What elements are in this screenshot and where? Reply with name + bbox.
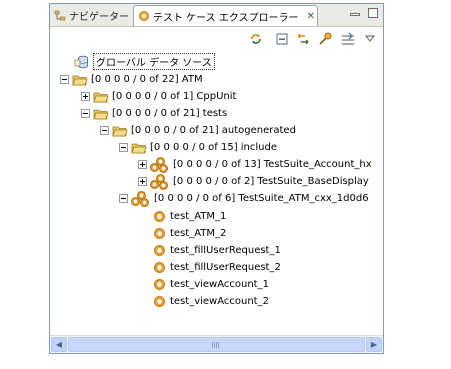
minimize-view-button[interactable] [350, 13, 360, 16]
link-editor-icon[interactable] [296, 32, 310, 46]
tab-test-case-explorer[interactable]: テスト ケース エクスプローラー ✕ [133, 5, 318, 26]
tree-node-label: [0 0 0 0 / 0 of 2] TestSuite_BaseDisplay [173, 176, 369, 187]
tree-node-label: グローバル データ ソース [93, 53, 215, 70]
collapse-toggle[interactable] [100, 126, 109, 135]
test-case-explorer-view: ナビゲーター テスト ケース エクスプローラー ✕ グローバル データ ソース … [49, 3, 384, 354]
tree-node-label: test_viewAccount_1 [170, 279, 269, 290]
test-suite-icon [150, 173, 170, 190]
collapse-all-icon[interactable] [275, 32, 289, 46]
scrollbar-thumb[interactable] [68, 337, 365, 352]
filter-icon[interactable] [341, 32, 355, 46]
tree-node-label: test_viewAccount_2 [170, 296, 269, 307]
tree-node-autogenerated[interactable]: [0 0 0 0 / 0 of 21] autogenerated [100, 122, 296, 139]
test-case-icon [154, 296, 165, 307]
test-tree: グローバル データ ソース [0 0 0 0 / 0 of 22] ATM [0… [50, 50, 383, 333]
collapse-toggle[interactable] [119, 194, 128, 203]
folder-open-icon [93, 108, 109, 120]
expand-toggle[interactable] [138, 160, 147, 169]
tree-node-suite-account[interactable]: [0 0 0 0 / 0 of 13] TestSuite_Account_hx [138, 156, 372, 173]
tree-node-label: [0 0 0 0 / 0 of 22] ATM [91, 74, 203, 85]
test-case-icon [154, 228, 165, 239]
collapse-toggle[interactable] [60, 75, 69, 84]
folder-open-icon [72, 74, 88, 86]
collapse-toggle[interactable] [81, 109, 90, 118]
tree-node-test-case[interactable]: test_ATM_2 [154, 225, 226, 242]
tab-navigator[interactable]: ナビゲーター [50, 6, 132, 25]
tree-node-include[interactable]: [0 0 0 0 / 0 of 15] include [119, 139, 277, 156]
tree-node-test-case[interactable]: test_fillUserRequest_2 [154, 259, 281, 276]
test-case-icon [154, 262, 165, 273]
tree-node-test-case[interactable]: test_viewAccount_2 [154, 293, 269, 310]
test-explorer-icon [138, 10, 150, 22]
folder-open-icon [112, 125, 128, 137]
run-icon[interactable] [318, 32, 332, 46]
collapse-toggle[interactable] [119, 143, 128, 152]
tree-node-test-case[interactable]: test_ATM_1 [154, 208, 226, 225]
tab-navigator-label: ナビゲーター [69, 12, 129, 23]
test-case-icon [154, 245, 165, 256]
test-case-icon [154, 211, 165, 222]
scroll-right-button[interactable]: ▶ [366, 337, 382, 352]
expand-toggle[interactable] [81, 92, 90, 101]
tree-node-global-datasource[interactable]: グローバル データ ソース [74, 53, 215, 70]
tree-node-label: [0 0 0 0 / 0 of 13] TestSuite_Account_hx [173, 159, 372, 170]
tree-node-label: test_ATM_2 [170, 228, 227, 239]
maximize-view-button[interactable] [368, 8, 378, 18]
tree-node-label: [0 0 0 0 / 0 of 1] CppUnit [112, 91, 237, 102]
refresh-icon[interactable] [249, 32, 263, 46]
tree-node-suite-atm[interactable]: [0 0 0 0 / 0 of 6] TestSuite_ATM_cxx_1d0… [119, 190, 369, 207]
scroll-left-button[interactable]: ◀ [51, 337, 67, 352]
tree-node-label: [0 0 0 0 / 0 of 21] autogenerated [131, 125, 296, 136]
tree-node-label: [0 0 0 0 / 0 of 21] tests [112, 108, 228, 119]
tree-node-suite-basedisplay[interactable]: [0 0 0 0 / 0 of 2] TestSuite_BaseDisplay [138, 173, 369, 190]
tab-test-case-explorer-label: テスト ケース エクスプローラー [153, 12, 299, 24]
view-tab-bar: ナビゲーター テスト ケース エクスプローラー ✕ [50, 4, 383, 27]
folder-open-icon [131, 142, 147, 154]
scrollbar-grip [212, 342, 220, 348]
tree-node-label: [0 0 0 0 / 0 of 6] TestSuite_ATM_cxx_1d0… [154, 193, 369, 204]
tree-node-atm[interactable]: [0 0 0 0 / 0 of 22] ATM [60, 71, 203, 88]
view-toolbar [50, 27, 383, 49]
tree-node-test-case[interactable]: test_fillUserRequest_1 [154, 242, 281, 259]
tree-node-label: test_fillUserRequest_2 [170, 262, 281, 273]
close-tab-icon[interactable]: ✕ [307, 11, 315, 22]
folder-icon [93, 91, 109, 103]
tree-node-cppunit[interactable]: [0 0 0 0 / 0 of 1] CppUnit [81, 88, 236, 105]
test-suite-icon [131, 190, 151, 207]
horizontal-scrollbar[interactable]: ◀ ▶ [50, 335, 383, 353]
view-menu-icon[interactable] [363, 32, 377, 46]
expand-toggle[interactable] [138, 177, 147, 186]
tree-node-label: [0 0 0 0 / 0 of 15] include [150, 142, 278, 153]
test-suite-icon [150, 156, 170, 173]
navigator-icon [54, 10, 66, 22]
tree-node-label: test_ATM_1 [170, 211, 227, 222]
datasource-icon [74, 55, 90, 69]
tree-node-test-case[interactable]: test_viewAccount_1 [154, 276, 269, 293]
tree-node-tests[interactable]: [0 0 0 0 / 0 of 21] tests [81, 105, 227, 122]
tree-node-label: test_fillUserRequest_1 [170, 245, 281, 256]
test-case-icon [154, 279, 165, 290]
